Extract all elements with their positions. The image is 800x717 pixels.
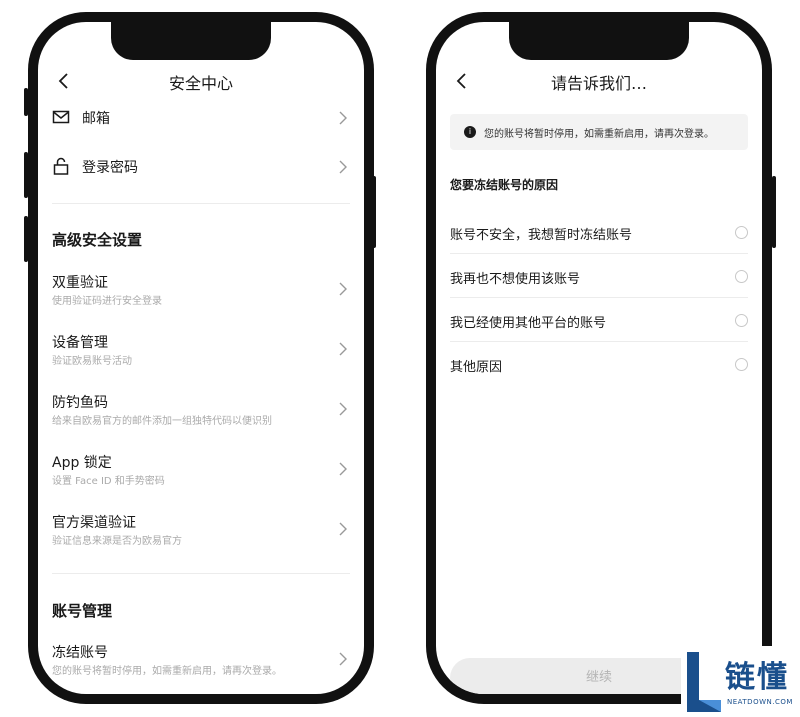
menu-item-subtitle: 设置 Face ID 和手势密码 bbox=[52, 476, 165, 487]
reason-option-insecure[interactable]: 账号不安全，我想暂时冻结账号 bbox=[450, 210, 748, 254]
menu-item-label: 登录密码 bbox=[82, 160, 138, 176]
reason-option-other-platform[interactable]: 我已经使用其他平台的账号 bbox=[450, 298, 748, 342]
phone-right: 请告诉我们… i 您的账号将暂时停用，如需重新启用，请再次登录。 您要冻结账号的… bbox=[426, 12, 772, 704]
freeze-reason-screen: 请告诉我们… i 您的账号将暂时停用，如需重新启用，请再次登录。 您要冻结账号的… bbox=[436, 22, 762, 694]
page-title: 安全中心 bbox=[168, 74, 233, 93]
chevron-right-icon bbox=[339, 402, 347, 416]
chevron-right-icon bbox=[339, 160, 347, 174]
menu-item-label: App 锁定 bbox=[52, 455, 112, 471]
menu-item-app-lock[interactable]: App 锁定 设置 Face ID 和手势密码 bbox=[52, 452, 350, 488]
radio-button[interactable] bbox=[735, 270, 748, 283]
notch bbox=[509, 20, 689, 60]
watermark-logo: 链懂 NEATDOWN.COM bbox=[681, 646, 800, 717]
menu-item-label: 官方渠道验证 bbox=[52, 515, 136, 531]
power-button bbox=[372, 176, 376, 248]
watermark-l-mark bbox=[687, 652, 721, 712]
nav-bar: 安全中心 bbox=[38, 68, 364, 98]
menu-item-subtitle: 给来自欧易官方的邮件添加一组独特代码以便识别 bbox=[52, 416, 272, 427]
page-title: 请告诉我们… bbox=[550, 74, 647, 93]
menu-item-label: 双重验证 bbox=[52, 275, 108, 291]
menu-item-freeze-account[interactable]: 冻结账号 您的账号将暂时停用，如需重新启用，请再次登录。 bbox=[52, 642, 350, 678]
power-button bbox=[772, 176, 776, 248]
lock-icon bbox=[53, 157, 69, 175]
reason-option-no-longer-use[interactable]: 我再也不想使用该账号 bbox=[450, 254, 748, 298]
menu-item-label: 冻结账号 bbox=[52, 645, 108, 661]
info-icon: i bbox=[464, 126, 476, 138]
menu-item-login-password[interactable]: 登录密码 bbox=[52, 157, 350, 177]
divider bbox=[52, 203, 350, 204]
radio-button[interactable] bbox=[735, 314, 748, 327]
section-title-account: 账号管理 bbox=[52, 602, 113, 620]
menu-item-label: 设备管理 bbox=[52, 335, 108, 351]
chevron-right-icon bbox=[339, 342, 347, 356]
nav-bar: 请告诉我们… bbox=[436, 68, 762, 98]
mail-icon bbox=[52, 110, 70, 124]
chevron-right-icon bbox=[339, 652, 347, 666]
volume-up-button bbox=[24, 152, 28, 198]
radio-button[interactable] bbox=[735, 226, 748, 239]
menu-item-subtitle: 验证欧易账号活动 bbox=[52, 356, 132, 367]
option-label: 我再也不想使用该账号 bbox=[450, 272, 581, 287]
menu-item-subtitle: 验证信息来源是否为欧易官方 bbox=[52, 536, 182, 547]
notice-banner: i 您的账号将暂时停用，如需重新启用，请再次登录。 bbox=[450, 114, 748, 150]
divider bbox=[52, 573, 350, 574]
menu-item-anti-phishing[interactable]: 防钓鱼码 给来自欧易官方的邮件添加一组独特代码以便识别 bbox=[52, 392, 350, 428]
menu-item-official-verification[interactable]: 官方渠道验证 验证信息来源是否为欧易官方 bbox=[52, 512, 350, 548]
menu-item-email[interactable]: 邮箱 bbox=[52, 108, 350, 128]
chevron-right-icon bbox=[339, 522, 347, 536]
phone-left: 安全中心 邮箱 登录密码 高级安全设置 双重验证 使用验证码进行安全登录 设备管… bbox=[28, 12, 374, 704]
menu-item-device-management[interactable]: 设备管理 验证欧易账号活动 bbox=[52, 332, 350, 368]
menu-item-subtitle: 使用验证码进行安全登录 bbox=[52, 296, 162, 307]
mute-switch bbox=[24, 88, 28, 116]
chevron-right-icon bbox=[339, 111, 347, 125]
menu-item-subtitle: 您的账号将暂时停用，如需重新启用，请再次登录。 bbox=[52, 666, 282, 677]
watermark-cn: 链懂 bbox=[725, 660, 789, 695]
option-label: 其他原因 bbox=[450, 360, 503, 375]
reason-option-other[interactable]: 其他原因 bbox=[450, 342, 748, 386]
option-label: 我已经使用其他平台的账号 bbox=[450, 316, 607, 331]
menu-item-two-factor[interactable]: 双重验证 使用验证码进行安全登录 bbox=[52, 272, 350, 308]
menu-item-label: 邮箱 bbox=[82, 111, 110, 127]
chevron-right-icon bbox=[339, 282, 347, 296]
volume-down-button bbox=[24, 216, 28, 262]
security-center-screen: 安全中心 邮箱 登录密码 高级安全设置 双重验证 使用验证码进行安全登录 设备管… bbox=[38, 22, 364, 694]
notice-text: 您的账号将暂时停用，如需重新启用，请再次登录。 bbox=[484, 129, 714, 140]
notch bbox=[111, 20, 271, 60]
watermark-en: NEATDOWN.COM bbox=[727, 698, 793, 706]
section-title-advanced: 高级安全设置 bbox=[52, 231, 143, 249]
menu-item-label: 防钓鱼码 bbox=[52, 395, 108, 411]
radio-button[interactable] bbox=[735, 358, 748, 371]
chevron-right-icon bbox=[339, 462, 347, 476]
question-title: 您要冻结账号的原因 bbox=[450, 178, 559, 192]
option-label: 账号不安全，我想暂时冻结账号 bbox=[450, 228, 633, 243]
